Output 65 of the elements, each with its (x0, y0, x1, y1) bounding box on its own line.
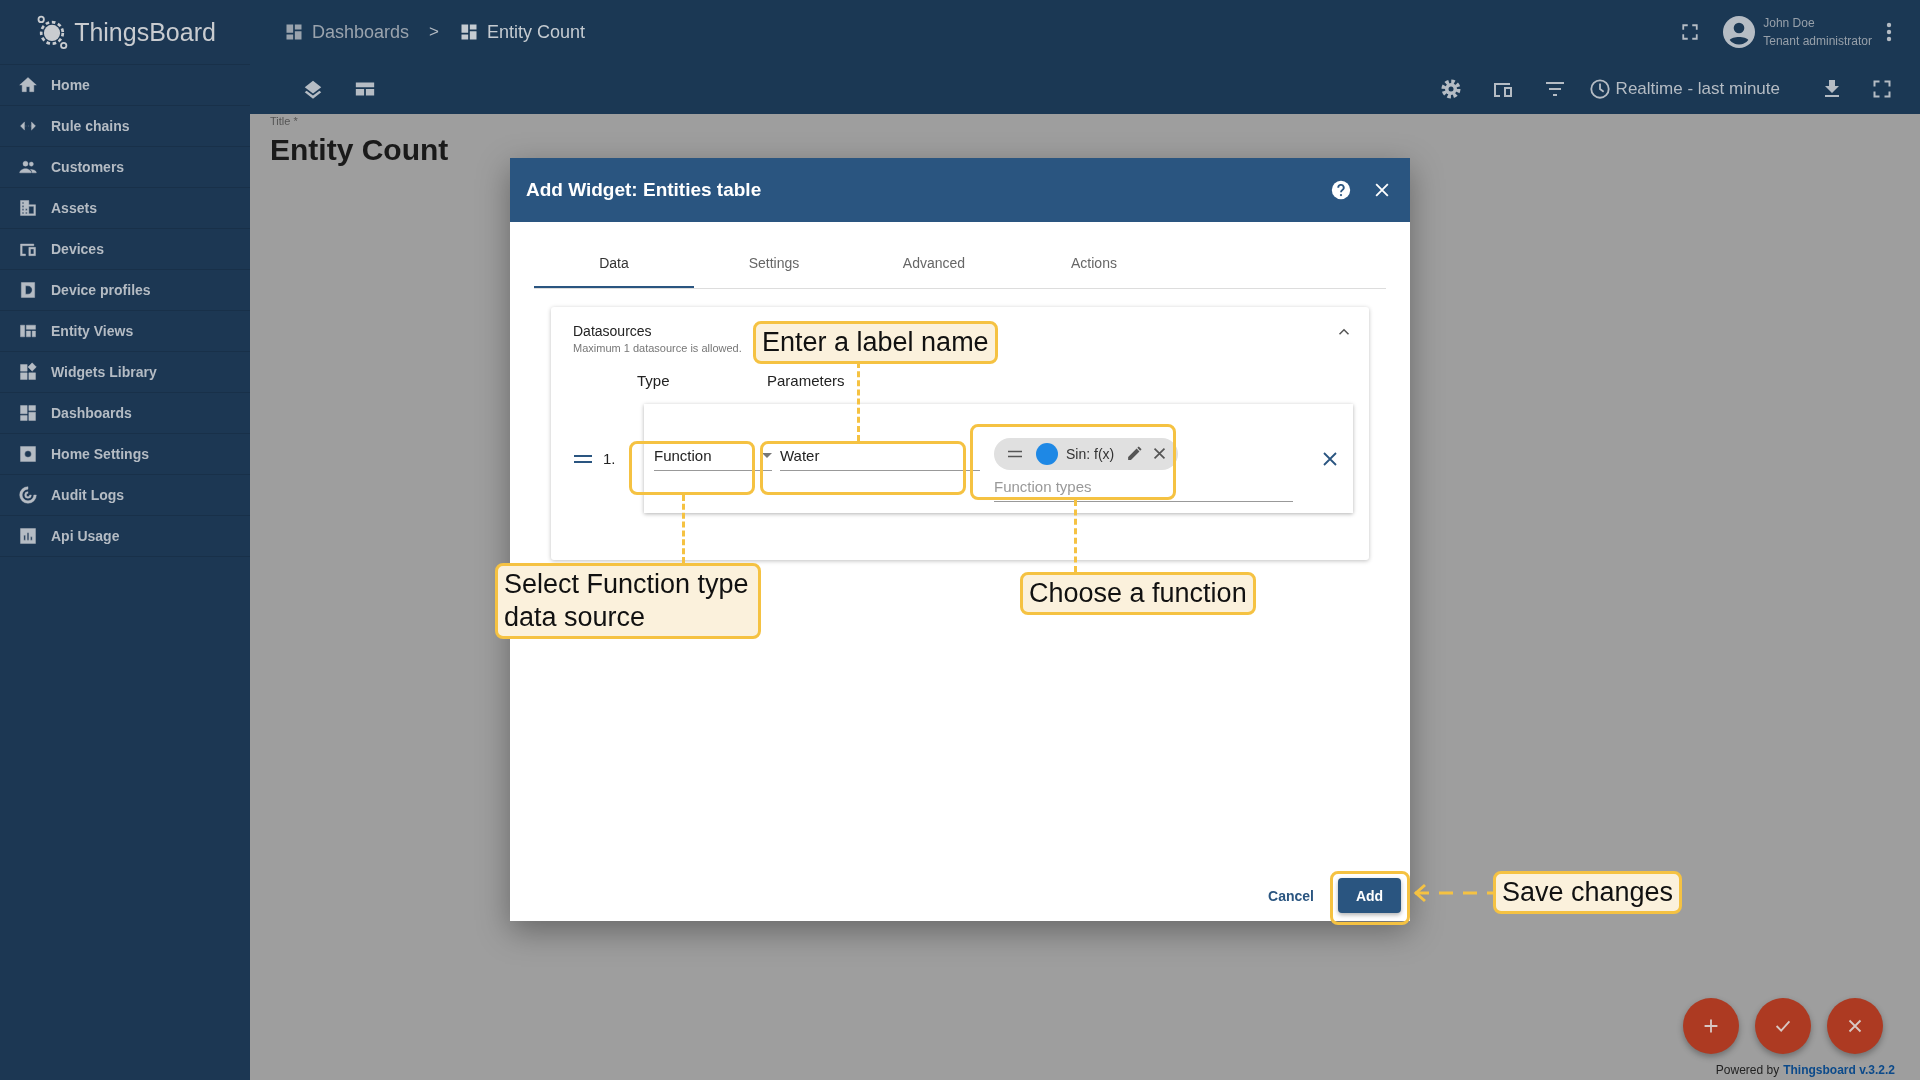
dialog-tab[interactable]: Settings (694, 240, 854, 288)
user-name: John Doe (1763, 16, 1816, 30)
callout-note: Save changes (1493, 871, 1683, 914)
title-label: Title * (270, 115, 299, 127)
sidebar-item[interactable]: Rule chains (0, 106, 250, 147)
sidebar-item[interactable]: Dashboards (0, 393, 250, 434)
sidebar-item[interactable]: Customers (0, 147, 250, 188)
bar-chart-icon (18, 526, 38, 546)
clock-icon (1588, 78, 1611, 100)
user-role: Tenant administrator (1763, 34, 1872, 48)
function-chips-field[interactable]: Sin: f(x) Function types (994, 437, 1293, 502)
dashboard-icon (284, 22, 304, 42)
sidebar-item[interactable]: Home (0, 65, 250, 106)
panel-title: Datasources (573, 323, 653, 339)
callout-note: Select Function type data source (495, 563, 761, 639)
breadcrumb-link[interactable]: Dashboards (284, 21, 410, 43)
callout-note: Choose a function (1020, 572, 1256, 615)
sidebar-item[interactable]: Api Usage (0, 516, 250, 557)
row-index: 1. (603, 450, 617, 467)
dashboard-title: Entity Count (270, 133, 450, 167)
cancel-button[interactable]: Cancel (1262, 886, 1320, 905)
drag-handle-icon[interactable] (574, 453, 592, 464)
help-icon[interactable] (1330, 179, 1352, 201)
callout-note: Enter a label name (753, 321, 998, 364)
panel-hint: Maximum 1 datasource is allowed. (573, 342, 742, 354)
dashboard-icon (459, 22, 479, 42)
building-icon (18, 198, 38, 218)
add-button[interactable]: Add (1338, 878, 1401, 913)
breadcrumb-link[interactable]: Entity Count (459, 21, 586, 43)
timewindow-button[interactable]: Realtime - last minute (1588, 78, 1780, 100)
sidebar-item[interactable]: Audit Logs (0, 475, 250, 516)
fullscreen-icon[interactable] (1872, 79, 1892, 99)
sidebar-item[interactable]: Widgets Library (0, 352, 250, 393)
dialog-title: Add Widget: Entities table (526, 179, 763, 201)
column-header: Parameters (767, 372, 845, 389)
dialog-tab[interactable]: Actions (1014, 240, 1174, 288)
more-menu-icon[interactable] (1886, 22, 1892, 42)
dropdown-caret-icon (762, 453, 772, 458)
sidebar-item[interactable]: Device profiles (0, 270, 250, 311)
version-link[interactable]: Thingsboard v.3.2.2 (1783, 1063, 1895, 1077)
fullscreen-icon[interactable] (1681, 23, 1700, 41)
dialog-tab[interactable]: Data (534, 240, 694, 288)
sidebar-item[interactable]: Assets (0, 188, 250, 229)
sidebar-item[interactable]: Home Settings (0, 434, 250, 475)
pencil-icon[interactable] (1126, 445, 1144, 462)
breadcrumb-separator: > (429, 22, 439, 42)
avatar-icon[interactable] (1723, 16, 1756, 48)
app-name: ThingsBoard (74, 17, 216, 47)
dialog-tab[interactable]: Advanced (854, 240, 1014, 288)
gear-box-icon (18, 444, 38, 464)
letter-box-icon (18, 280, 38, 300)
function-chip[interactable]: Sin: f(x) (994, 437, 1179, 470)
sidebar-item[interactable]: Entity Views (0, 311, 250, 352)
layers-icon[interactable] (302, 78, 324, 100)
remove-icon[interactable] (1321, 449, 1339, 468)
radar-icon (18, 485, 38, 505)
type-select[interactable]: Function (654, 447, 772, 471)
dashboard-icon (18, 403, 38, 423)
powered-by-text: Powered by (1715, 1063, 1780, 1077)
home-icon (18, 75, 38, 95)
widgets-icon (18, 362, 38, 382)
sidebar-item[interactable]: Devices (0, 229, 250, 270)
column-header: Type (637, 372, 671, 389)
drag-handle-icon[interactable] (1008, 449, 1022, 458)
chip-label: Sin: f(x) (1066, 445, 1115, 462)
